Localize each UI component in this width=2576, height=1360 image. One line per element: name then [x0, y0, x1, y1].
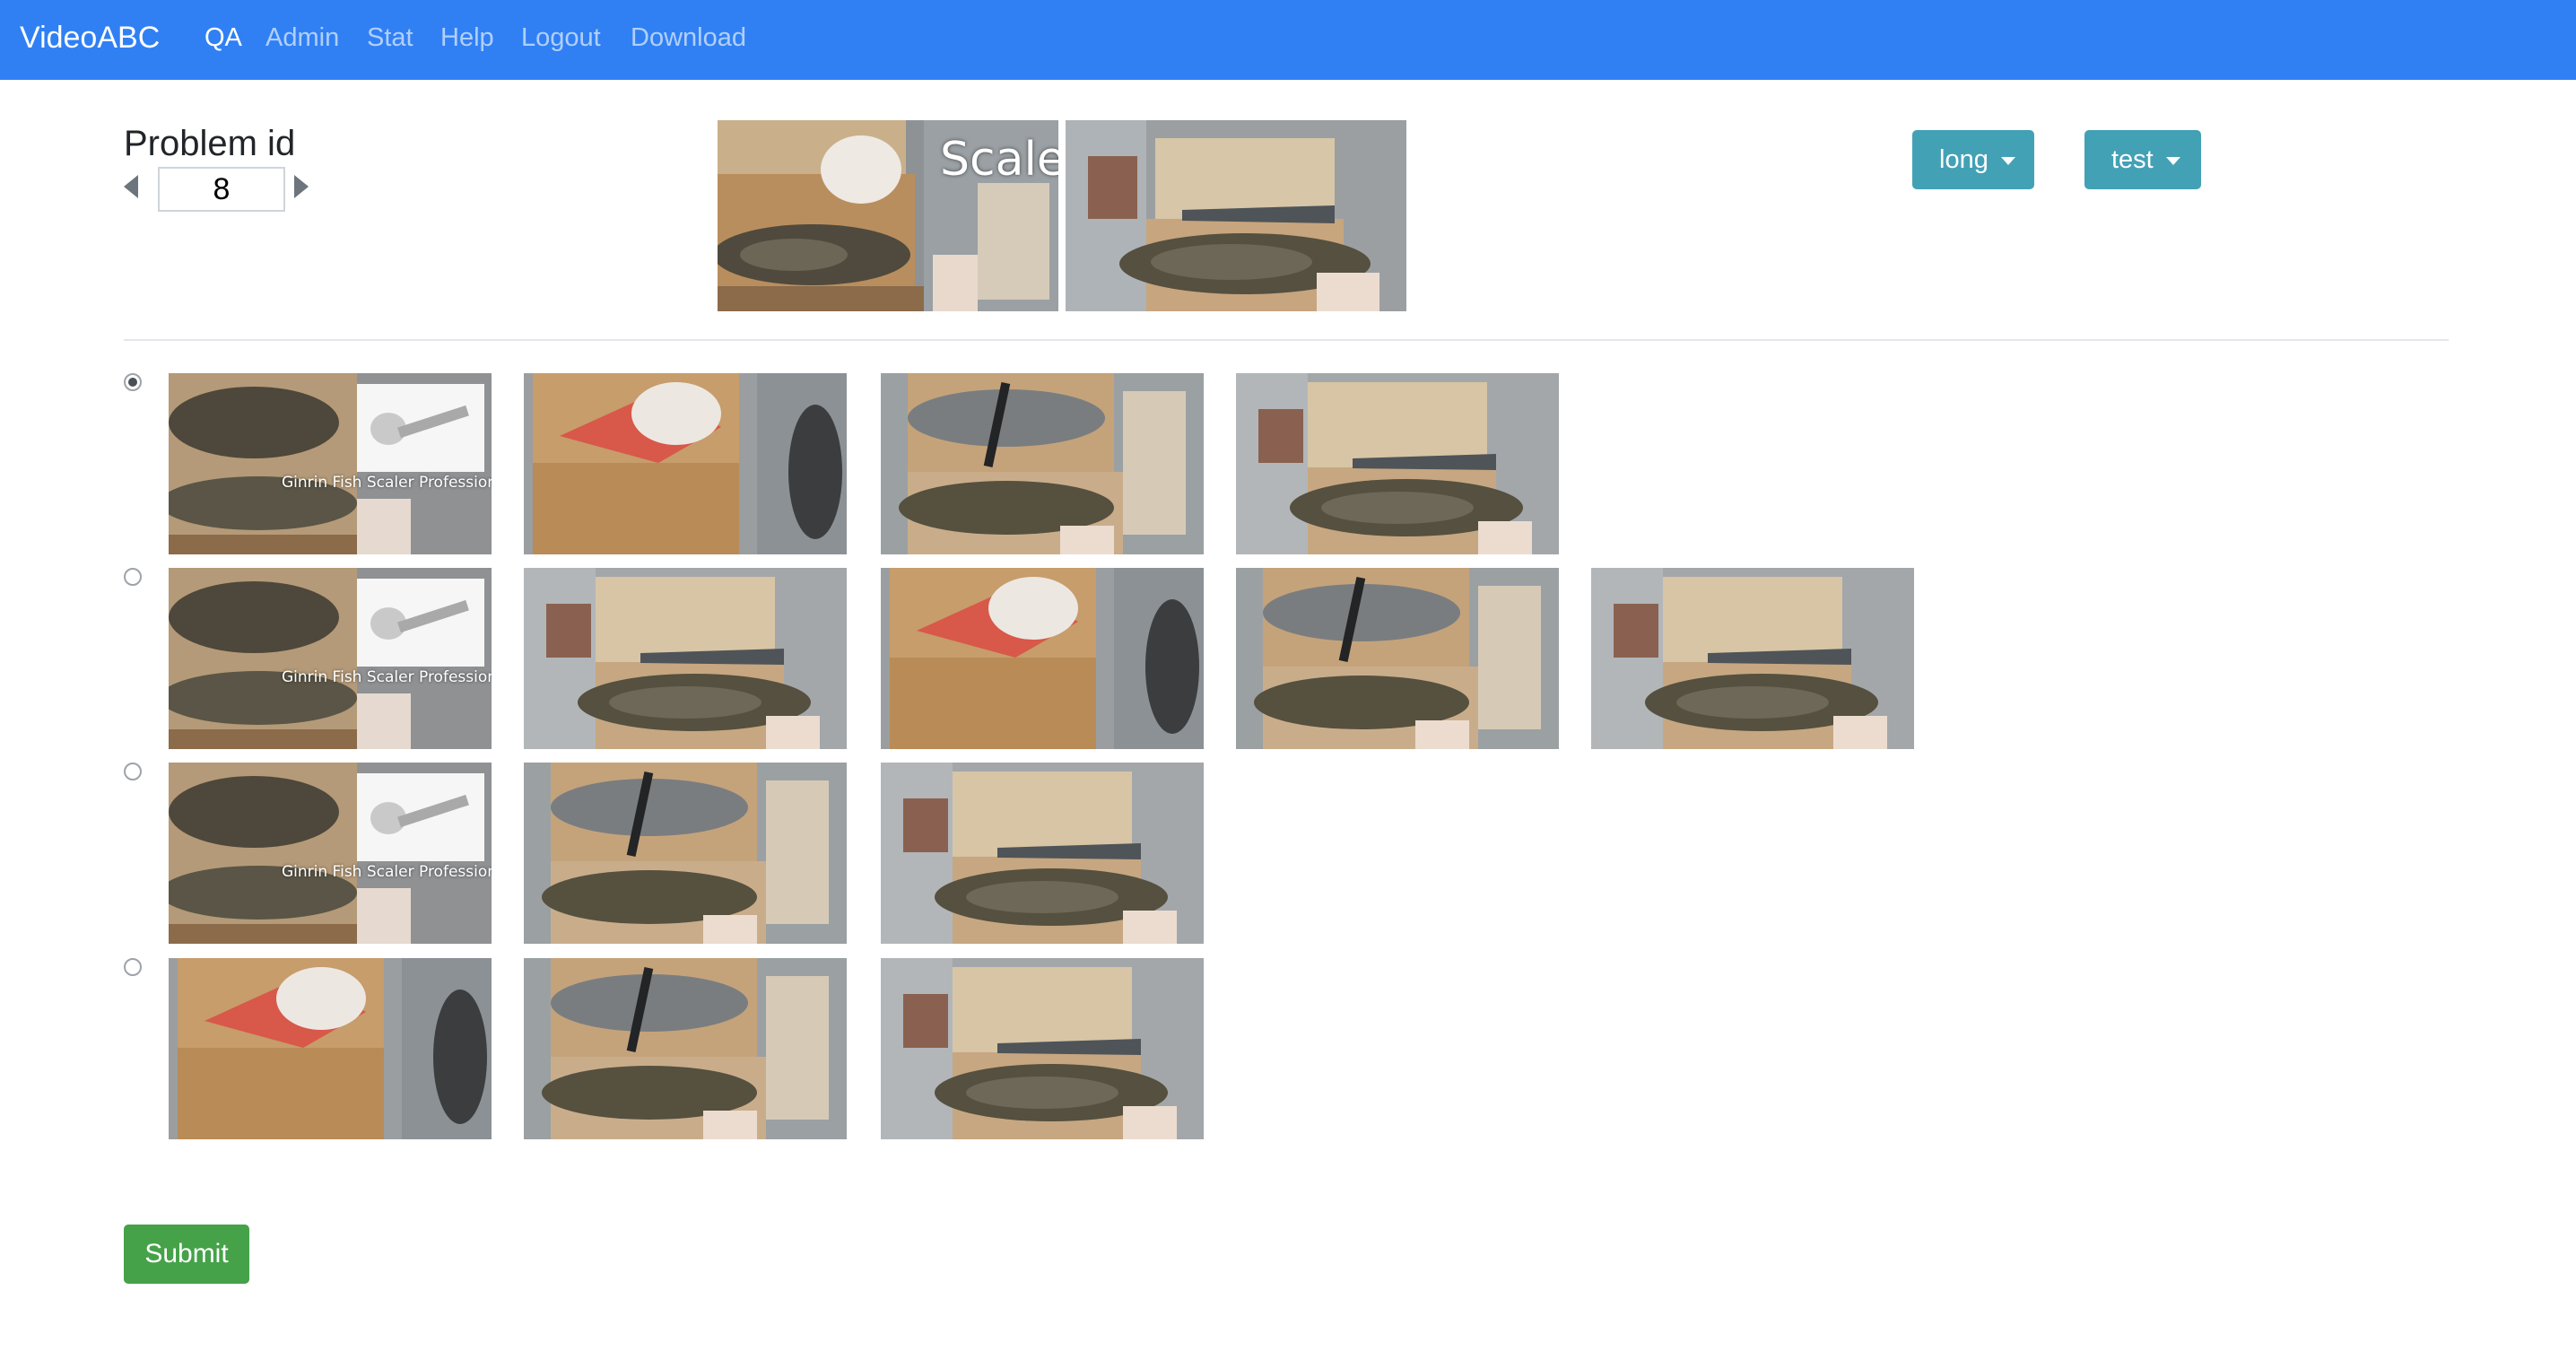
- option-3-frame-1: Ginrin Fish Scaler Professional: [169, 763, 492, 944]
- nav-item-download[interactable]: Download: [631, 22, 746, 54]
- option-4-frame-2: [524, 958, 847, 1139]
- option-2-frame-1: Ginrin Fish Scaler Professional: [169, 568, 492, 749]
- length-dropdown-label: long: [1939, 145, 1989, 174]
- scaler-ad-caption: Ginrin Fish Scaler Professional: [282, 668, 492, 686]
- nav-item-logout[interactable]: Logout: [521, 22, 601, 54]
- chevron-down-icon: [2165, 156, 2180, 165]
- option-4-frame-1: [169, 958, 492, 1139]
- split-dropdown-label: test: [2111, 145, 2154, 174]
- option-2-frame-4: [1236, 568, 1559, 749]
- nav-item-stat[interactable]: Stat: [367, 22, 413, 54]
- scaler-ad-caption: Ginrin Fish Scaler Professional: [282, 474, 492, 492]
- scaler-ad-caption: Ginrin Fish Scaler Professional: [282, 863, 492, 881]
- next-problem-arrow-icon[interactable]: [294, 175, 309, 198]
- option-radio-4[interactable]: [124, 958, 142, 976]
- question-frame-2: [1066, 120, 1406, 311]
- chevron-down-icon: [2000, 156, 2015, 165]
- option-3-frame-3: [881, 763, 1204, 944]
- option-radio-1[interactable]: [124, 373, 142, 391]
- option-radio-3[interactable]: [124, 763, 142, 780]
- nav-item-admin[interactable]: Admin: [265, 22, 339, 54]
- nav-item-qa[interactable]: QA: [205, 22, 242, 54]
- option-2-frame-5: [1591, 568, 1914, 749]
- question-frame-1: Scale: [718, 120, 1058, 311]
- option-2-frame-3: [881, 568, 1204, 749]
- problem-id-title: Problem id: [124, 124, 296, 163]
- prev-problem-arrow-icon[interactable]: [124, 175, 138, 198]
- top-navbar: VideoABC QA Admin Stat Help Logout Downl…: [0, 0, 2576, 80]
- nav-item-help[interactable]: Help: [440, 22, 494, 54]
- brand-logo[interactable]: VideoABC: [20, 20, 160, 56]
- option-3-frame-2: [524, 763, 847, 944]
- option-radio-2[interactable]: [124, 568, 142, 586]
- option-1-frame-1: Ginrin Fish Scaler Professional: [169, 373, 492, 554]
- option-1-frame-3: [881, 373, 1204, 554]
- option-1-frame-2: [524, 373, 847, 554]
- divider: [124, 339, 2449, 341]
- option-4-frame-3: [881, 958, 1204, 1139]
- option-1-frame-4: [1236, 373, 1559, 554]
- problem-id-input[interactable]: [158, 167, 285, 212]
- split-dropdown-button[interactable]: test: [2084, 130, 2201, 189]
- option-2-frame-2: [524, 568, 847, 749]
- submit-button[interactable]: Submit: [124, 1225, 249, 1284]
- length-dropdown-button[interactable]: long: [1912, 130, 2034, 189]
- question-frame-caption: Scale: [940, 133, 1058, 187]
